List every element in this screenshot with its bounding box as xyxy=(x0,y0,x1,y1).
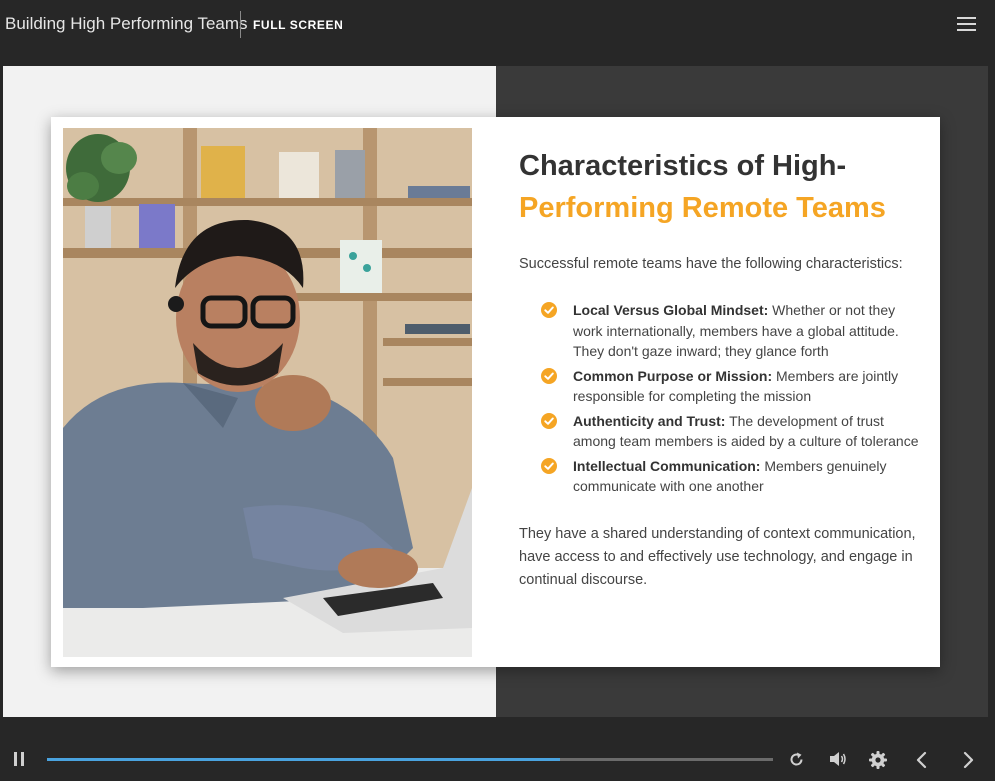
man-with-headset-using-laptop-photo xyxy=(63,128,472,657)
item-term: Local Versus Global Mindset: xyxy=(573,302,769,318)
title-divider xyxy=(240,11,241,38)
progress-bar[interactable] xyxy=(47,758,773,761)
pause-icon[interactable] xyxy=(13,752,25,766)
intro-text: Successful remote teams have the followi… xyxy=(519,256,903,272)
characteristics-list: Local Versus Global Mindset: Whether or … xyxy=(519,300,919,497)
player-control-bar xyxy=(0,717,995,781)
slide-heading: Characteristics of High- Performing Remo… xyxy=(519,145,919,229)
slide-heading-line1: Characteristics of High- xyxy=(519,150,847,182)
next-icon[interactable] xyxy=(963,751,975,769)
item-term: Authenticity and Trust: xyxy=(573,412,726,429)
course-title: Building High Performing Teams xyxy=(5,14,248,33)
list-item: Authenticity and Trust: The development … xyxy=(541,411,919,452)
check-circle-icon xyxy=(541,412,557,429)
list-item: Local Versus Global Mindset: Whether or … xyxy=(541,300,919,362)
progress-fill xyxy=(47,758,561,761)
outro-text: They have a shared understanding of cont… xyxy=(519,525,916,588)
slide-heading-line2: Performing Remote Teams xyxy=(519,192,886,224)
slide-content: Characteristics of High- Performing Remo… xyxy=(519,145,919,592)
item-term: Common Purpose or Mission: xyxy=(573,367,773,384)
full-screen-button[interactable]: FULL SCREEN xyxy=(253,18,343,32)
top-bar: Building High Performing Teams FULL SCRE… xyxy=(0,0,995,52)
check-circle-icon xyxy=(541,302,557,318)
check-circle-icon xyxy=(541,367,557,384)
list-item: Intellectual Communication: Members genu… xyxy=(541,456,919,497)
settings-icon[interactable] xyxy=(869,751,887,769)
list-item: Common Purpose or Mission: Members are j… xyxy=(541,366,919,407)
hamburger-menu-icon[interactable] xyxy=(957,17,976,31)
check-circle-icon xyxy=(541,457,557,474)
content-card: Characteristics of High- Performing Remo… xyxy=(51,117,940,667)
replay-icon[interactable] xyxy=(788,751,805,768)
slide-stage: Characteristics of High- Performing Remo… xyxy=(3,66,988,717)
previous-icon[interactable] xyxy=(915,751,927,769)
volume-icon[interactable] xyxy=(829,751,847,767)
item-term: Intellectual Communication: xyxy=(573,457,761,474)
